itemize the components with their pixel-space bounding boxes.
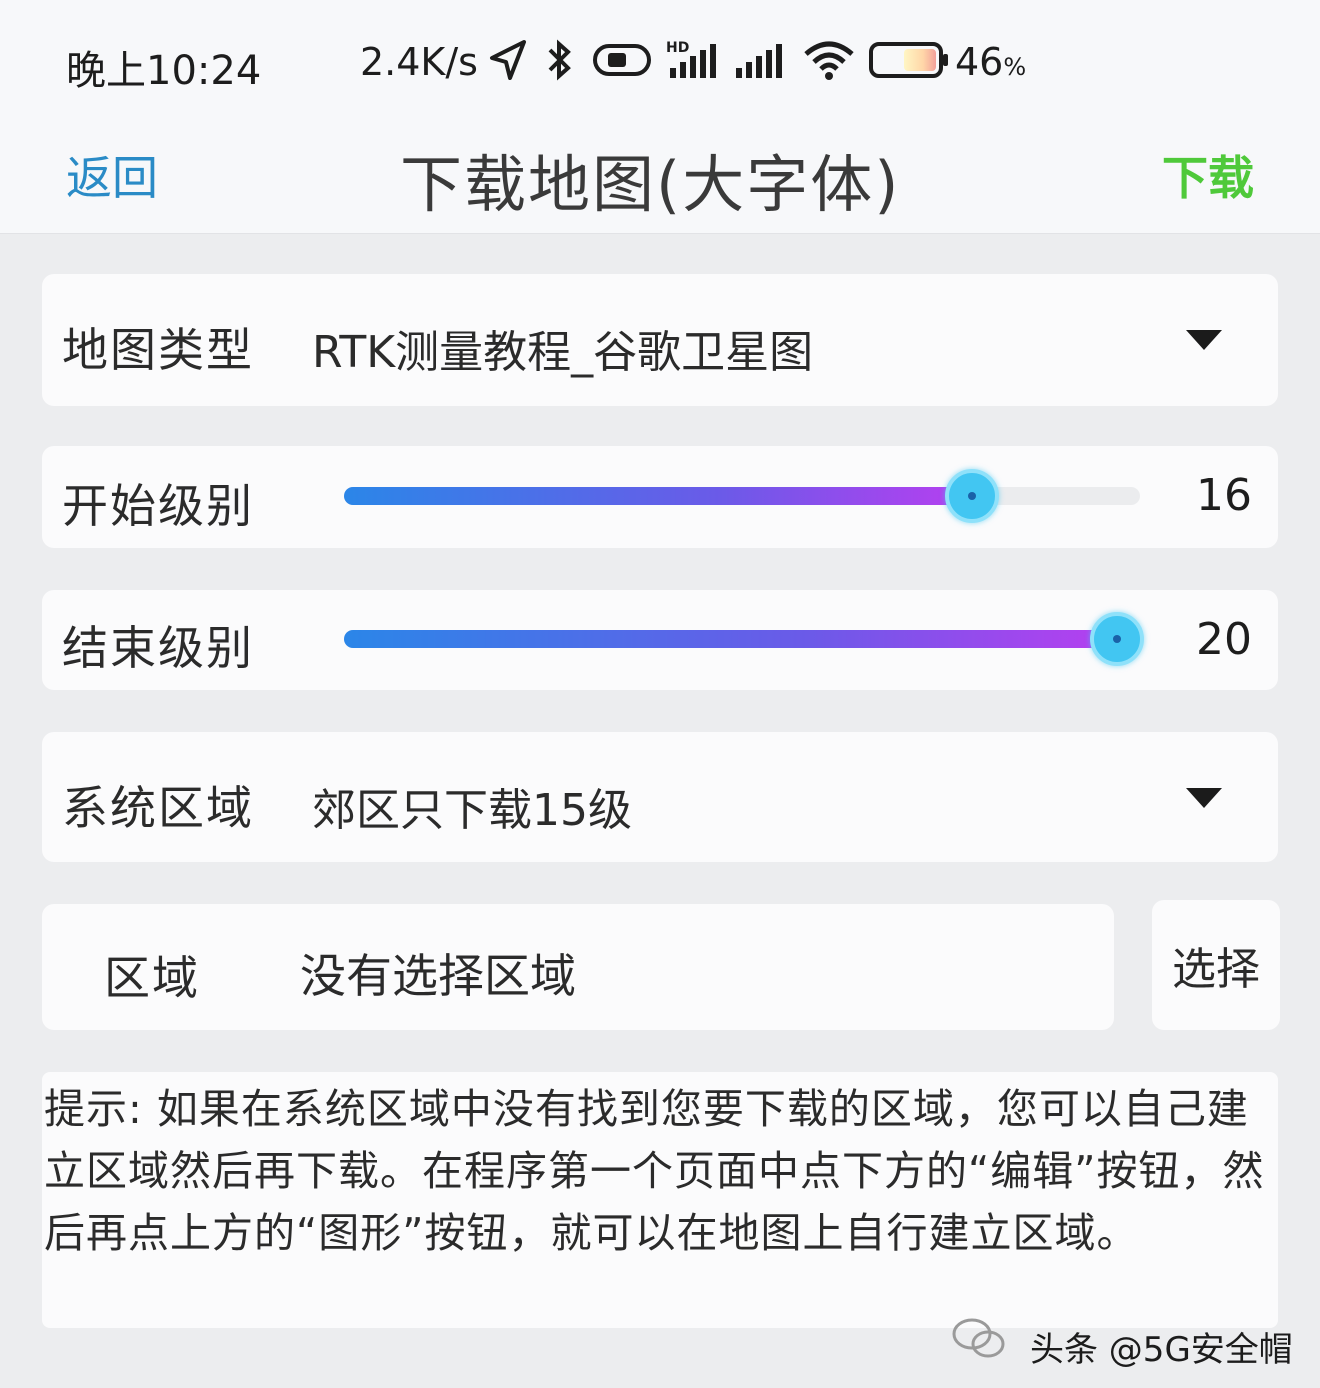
start-level-slider-fill <box>344 487 972 505</box>
end-level-slider[interactable] <box>344 612 1144 666</box>
hint-box: 提示: 如果在系统区域中没有找到您要下载的区域，您可以自己建立区域然后再下载。在… <box>42 1072 1278 1328</box>
start-level-slider-thumb[interactable] <box>945 469 999 523</box>
status-bar: 晚上10:24 2.4K/s HD 46% <box>0 0 1320 112</box>
map-type-value: RTK测量教程_谷歌卫星图 <box>312 327 814 378</box>
battery-percent: 46% <box>955 40 1027 84</box>
system-area-dropdown[interactable]: 系统区域 郊区只下载15级 <box>42 732 1278 862</box>
page-title: 下载地图(大字体) <box>400 148 901 221</box>
start-level-slider[interactable] <box>344 469 1140 523</box>
chevron-down-icon <box>1186 788 1222 808</box>
end-level-slider-fill <box>344 630 1117 648</box>
status-time: 晚上10:24 <box>66 48 262 94</box>
end-level-value: 20 <box>1196 614 1252 665</box>
area-label: 区域 <box>104 951 200 1005</box>
battery-icon <box>868 38 950 86</box>
svg-text:HD: HD <box>666 40 689 56</box>
signal-icon <box>732 38 784 86</box>
bluetooth-icon <box>542 38 576 86</box>
system-area-value: 郊区只下载15级 <box>312 785 632 836</box>
select-area-button[interactable]: 选择 <box>1152 900 1280 1030</box>
area-value: 没有选择区域 <box>300 949 576 1003</box>
watermark-text: 头条 @5G安全帽 <box>1030 1330 1293 1370</box>
start-level-row: 开始级别 16 <box>42 446 1278 548</box>
end-level-slider-thumb[interactable] <box>1090 612 1144 666</box>
download-button[interactable]: 下载 <box>1162 142 1254 208</box>
status-net-speed: 2.4K/s <box>360 40 478 84</box>
location-icon <box>488 38 528 86</box>
wechat-icon <box>950 1316 1008 1364</box>
map-type-dropdown[interactable]: 地图类型 RTK测量教程_谷歌卫星图 <box>42 274 1278 406</box>
map-type-label: 地图类型 <box>62 323 254 377</box>
system-area-label: 系统区域 <box>62 781 254 835</box>
area-row: 区域 没有选择区域 <box>42 904 1114 1030</box>
start-level-label: 开始级别 <box>62 479 254 533</box>
wifi-icon <box>802 38 856 86</box>
hint-text: 提示: 如果在系统区域中没有找到您要下载的区域，您可以自己建立区域然后再下载。在… <box>44 1085 1265 1257</box>
toggle-icon <box>592 38 652 86</box>
start-level-value: 16 <box>1196 470 1252 521</box>
end-level-row: 结束级别 20 <box>42 590 1278 690</box>
back-button[interactable]: 返回 <box>66 142 158 208</box>
signal-hd-icon: HD <box>666 38 718 86</box>
end-level-label: 结束级别 <box>62 621 254 675</box>
nav-bar: 返回 下载地图(大字体) 下载 <box>0 112 1320 234</box>
chevron-down-icon <box>1186 330 1222 350</box>
